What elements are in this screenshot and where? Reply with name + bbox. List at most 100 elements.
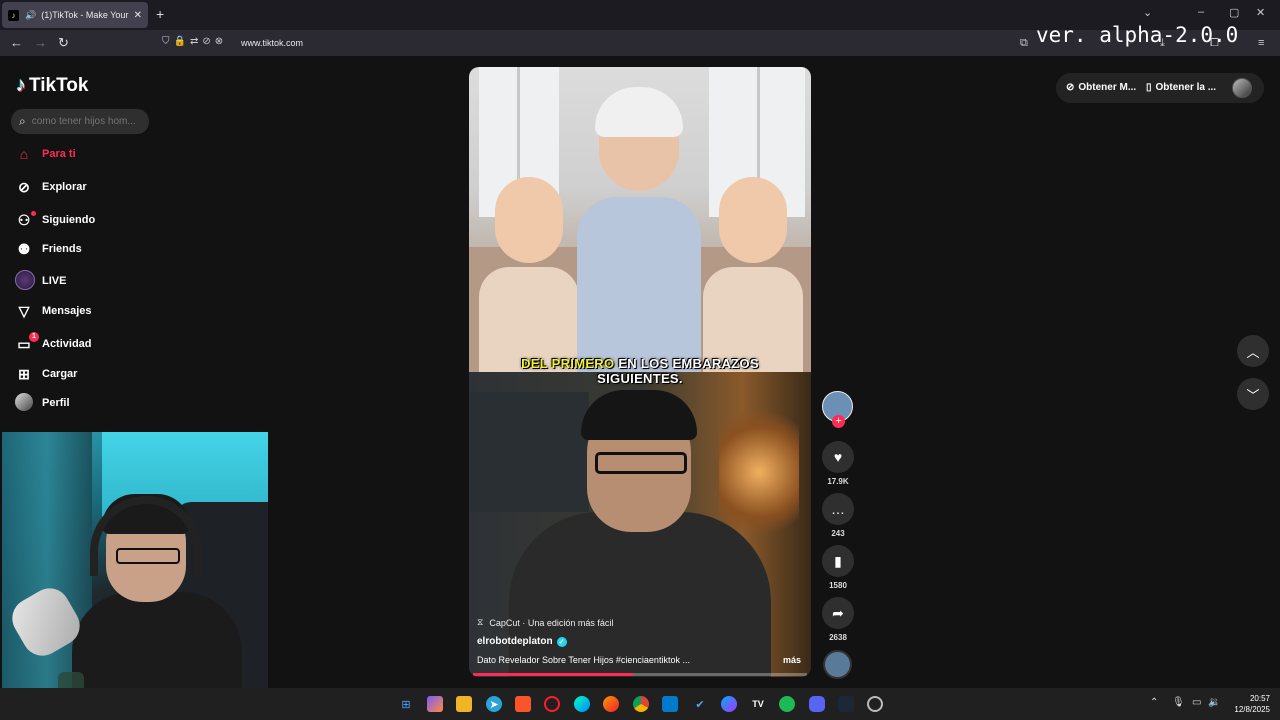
sidebar-item-cargar[interactable]: ⊞ Cargar <box>15 364 77 384</box>
screen: ♪ 🔊 (1)TikTok - Make Your Day ✕ + ⌄ – ▢ … <box>0 0 1280 720</box>
picture-in-picture-icon[interactable]: ⧉ <box>1020 37 1028 50</box>
share-count: 2638 <box>829 633 847 642</box>
sidebar-item-label: Siguiendo <box>42 214 96 226</box>
brave-icon[interactable] <box>515 696 531 712</box>
webcam-overlay <box>2 432 268 688</box>
follow-plus-icon[interactable]: + <box>832 415 845 428</box>
chrome-icon[interactable] <box>633 696 649 712</box>
upload-icon: ⊞ <box>18 365 30 382</box>
clock-date: 12/8/2025 <box>1234 705 1270 714</box>
tiktok-logo[interactable]: ♪ TikTok <box>16 74 88 97</box>
sidebar-item-label: Actividad <box>42 338 92 350</box>
window-close-icon[interactable]: ✕ <box>1256 6 1265 19</box>
new-tab-button[interactable]: + <box>156 6 164 22</box>
tradingview-icon[interactable]: TV <box>750 696 766 712</box>
tray-chevron-up-icon[interactable]: ⌃ <box>1150 697 1158 708</box>
capcut-text: CapCut · Una edición más fácil <box>489 617 614 628</box>
next-video-button[interactable]: ﹀ <box>1237 378 1269 410</box>
video-author[interactable]: elrobotdeplaton ✓ <box>477 636 567 647</box>
get-coins-button[interactable]: ⊘ Obtener M... <box>1066 82 1136 93</box>
video-caption: DEL PRIMERO EN LOS EMBARAZOS SIGUIENTES. <box>469 356 811 386</box>
bookmark-icon: ▮ <box>834 552 842 569</box>
volume-tray-icon[interactable]: 🔉 <box>1208 697 1220 708</box>
capcut-icon: ⧖ <box>477 617 484 627</box>
save-button[interactable]: ▮ <box>822 545 854 577</box>
sidebar-item-para-ti[interactable]: ⌂ Para ti <box>15 144 76 164</box>
like-button[interactable]: ♥ <box>822 441 854 473</box>
messenger-icon[interactable] <box>721 696 737 712</box>
minimize-icon[interactable]: – <box>1198 6 1204 18</box>
tiktok-note-icon: ♪ <box>16 74 26 96</box>
edge-icon[interactable] <box>574 696 590 712</box>
firefox-icon[interactable] <box>603 696 619 712</box>
sidebar-item-label: Perfil <box>42 397 70 409</box>
user-follow-icon: ⚇ <box>15 210 36 229</box>
url-bar[interactable]: www.tiktok.com <box>241 38 303 48</box>
caption-highlight: DEL PRIMERO <box>521 356 615 371</box>
reload-icon[interactable]: ↻ <box>58 35 69 51</box>
url-shield-lock-icons[interactable]: ⛉🔒⇄⊘⊗ <box>162 36 227 47</box>
sidebar-item-actividad[interactable]: ▭ 1 Actividad <box>15 331 92 354</box>
clock-time: 20:57 <box>1249 694 1270 703</box>
comment-button[interactable]: … <box>822 493 854 525</box>
mic-tray-icon[interactable]: 🎙 <box>1172 697 1185 708</box>
activity-badge: 1 <box>29 331 39 342</box>
display-tray-icon[interactable]: ▭ <box>1192 697 1201 708</box>
opera-icon[interactable] <box>544 696 560 712</box>
get-coins-label: Obtener M... <box>1078 82 1137 93</box>
get-app-button[interactable]: ▯ Obtener la ... <box>1146 82 1216 93</box>
phone-icon: ▯ <box>1146 82 1152 93</box>
tiktok-page: ♪ TikTok ⌕ ⌂ Para ti ⊘ Explorar ⚇ Siguie… <box>0 56 1280 688</box>
video-progress-fill <box>473 673 634 676</box>
vscode-icon[interactable] <box>662 696 678 712</box>
video-progress-bar[interactable] <box>473 673 807 676</box>
caption-line-1: EN LOS EMBARAZOS <box>614 356 759 371</box>
spotify-icon[interactable] <box>779 696 795 712</box>
more-button[interactable]: más <box>783 655 801 665</box>
sidebar-item-mensajes[interactable]: ▽ Mensajes <box>15 301 92 321</box>
chevron-down-icon: ﹀ <box>1246 387 1260 403</box>
sidebar-item-perfil[interactable]: Perfil <box>15 392 70 414</box>
video-description: Dato Revelador Sobre Tener Hijos #cienci… <box>477 655 690 665</box>
file-explorer-icon[interactable] <box>456 696 472 712</box>
search-box[interactable]: ⌕ <box>11 109 149 134</box>
tab-list-chevron-icon[interactable]: ⌄ <box>1143 6 1152 19</box>
tab-close-icon[interactable]: ✕ <box>134 10 142 21</box>
user-avatar[interactable] <box>1232 78 1252 98</box>
todo-check-icon[interactable]: ✔ <box>692 696 708 712</box>
forward-arrow-icon[interactable]: → <box>34 35 47 50</box>
windows-start-icon[interactable]: ⊞ <box>398 696 414 712</box>
share-button[interactable]: ➦ <box>822 597 854 629</box>
author-name: elrobotdeplaton <box>477 636 553 647</box>
sidebar-item-siguiendo[interactable]: ⚇ Siguiendo <box>15 210 95 230</box>
menu-hamburger-icon[interactable]: ≡ <box>1258 37 1264 49</box>
home-icon: ⌂ <box>19 146 29 162</box>
chevron-up-icon: ︿ <box>1246 344 1260 360</box>
sidebar-item-friends[interactable]: ⚉ Friends <box>15 239 82 259</box>
discord-icon[interactable] <box>809 696 825 712</box>
steam-icon[interactable] <box>838 696 854 712</box>
obs-icon[interactable] <box>867 696 883 712</box>
speaker-icon[interactable]: 🔊 <box>25 10 36 21</box>
sidebar-item-label: Explorar <box>42 181 87 193</box>
sidebar-item-explorar[interactable]: ⊘ Explorar <box>15 177 87 197</box>
telegram-icon[interactable]: ➤ <box>486 696 502 712</box>
sidebar-item-live[interactable]: LIVE <box>15 269 67 291</box>
previous-video-button[interactable]: ︿ <box>1237 335 1269 367</box>
system-clock[interactable]: 20:57 12/8/2025 <box>1226 693 1270 715</box>
profile-avatar <box>15 392 33 414</box>
caption-line-2: SIGUIENTES. <box>597 371 683 386</box>
video-player[interactable]: DEL PRIMERO EN LOS EMBARAZOS SIGUIENTES.… <box>469 67 811 677</box>
browser-tab-tiktok[interactable]: ♪ 🔊 (1)TikTok - Make Your Day ✕ <box>2 2 148 28</box>
maximize-icon[interactable]: ▢ <box>1229 6 1239 19</box>
music-disc-avatar[interactable] <box>823 650 852 679</box>
copilot-icon[interactable] <box>427 696 443 712</box>
send-icon: ▽ <box>18 302 30 319</box>
capcut-link[interactable]: ⧖ CapCut · Una edición más fácil <box>477 617 613 628</box>
sidebar-item-label: Friends <box>42 243 82 255</box>
back-arrow-icon[interactable]: ← <box>10 35 23 50</box>
search-input[interactable] <box>31 116 136 127</box>
windows-taskbar: ⊞ ➤ ✔ TV ⌃ 🎙 ▭ 🔉 20:57 12/8/2025 <box>0 688 1280 720</box>
sidebar-item-label: LIVE <box>42 275 67 287</box>
share-arrow-icon: ➦ <box>832 604 844 621</box>
